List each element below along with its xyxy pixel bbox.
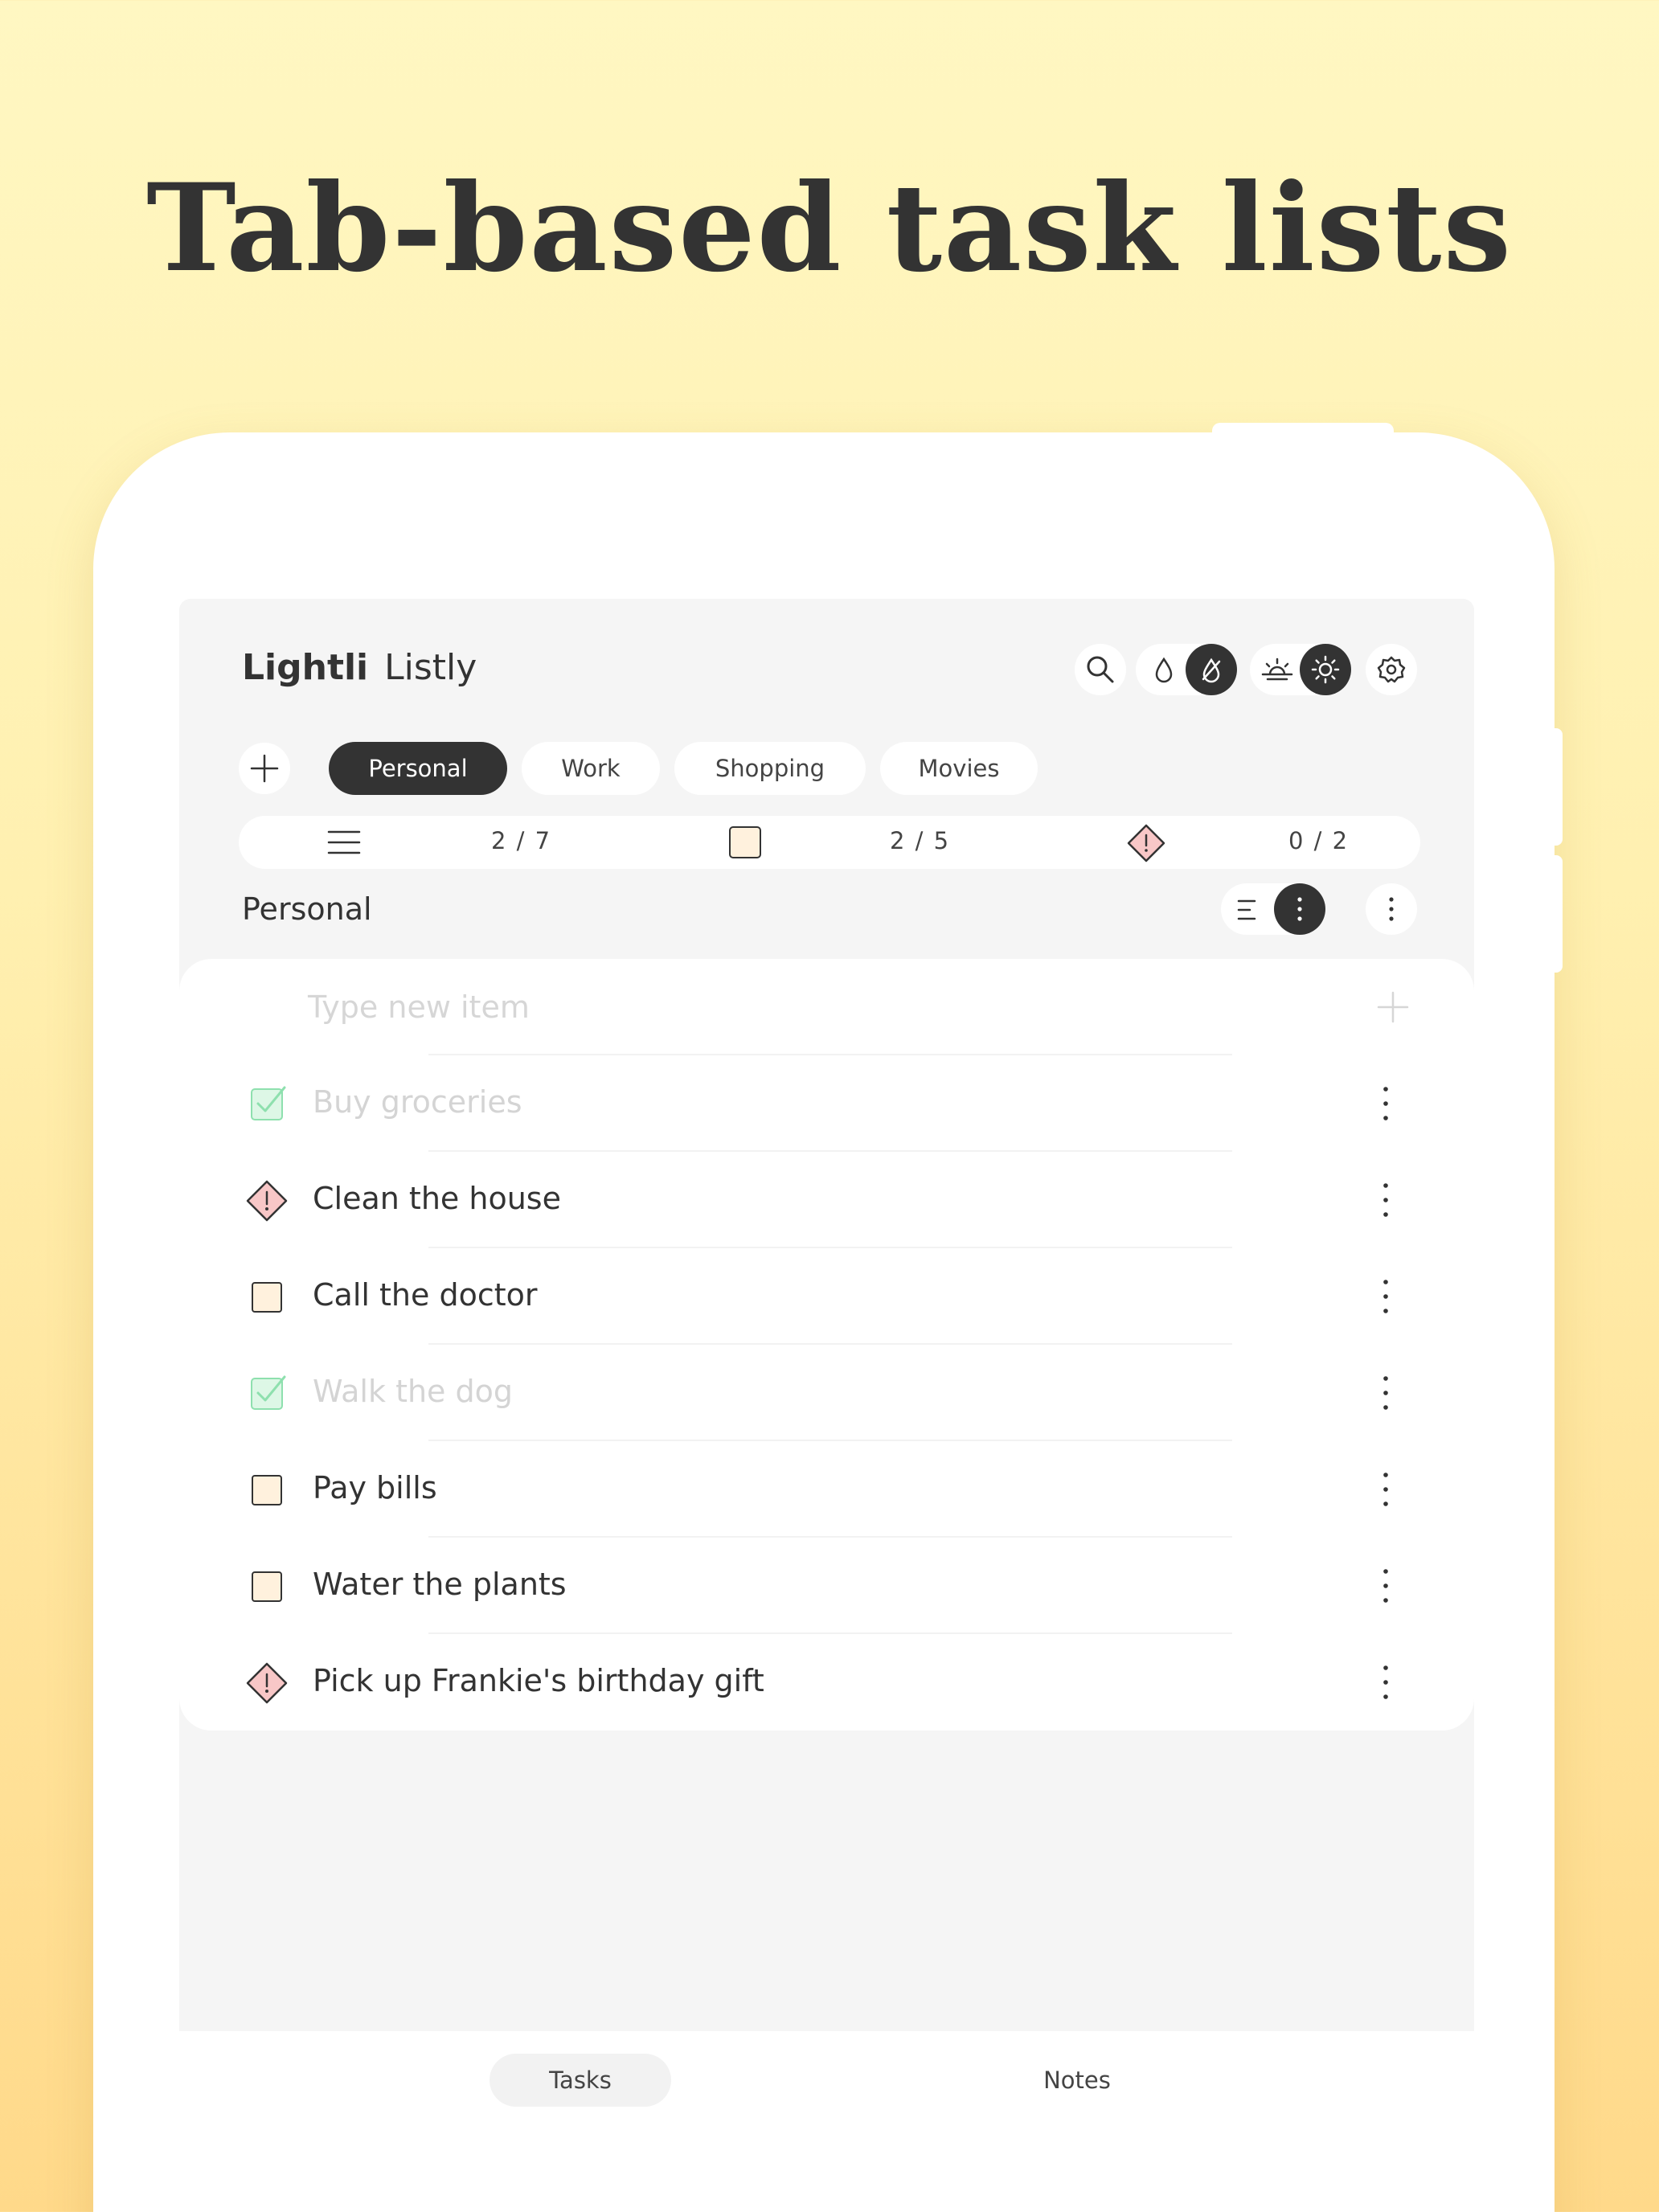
add-list-button[interactable]	[239, 743, 290, 794]
tab-personal[interactable]: Personal	[329, 742, 507, 795]
water-drop-option[interactable]	[1150, 655, 1178, 687]
kebab-menu-icon	[1297, 897, 1302, 921]
task-menu-icon[interactable]	[1374, 1465, 1398, 1514]
filter-all-button[interactable]	[327, 829, 361, 859]
list-icon	[327, 830, 361, 854]
task-menu-icon[interactable]	[1374, 1176, 1398, 1224]
app-brand: Lightli Listly	[242, 647, 477, 688]
checked-checkbox-icon[interactable]	[248, 1083, 289, 1123]
list-options-button[interactable]	[1366, 883, 1417, 935]
task-menu-icon[interactable]	[1374, 1272, 1398, 1321]
headline: Tab-based task lists	[146, 158, 1513, 299]
sun-option[interactable]	[1300, 644, 1351, 695]
new-item-input[interactable]: Type new item	[308, 989, 530, 1025]
tab-work[interactable]: Work	[522, 742, 660, 795]
kebab-menu-icon	[1389, 897, 1394, 921]
tab-shopping[interactable]: Shopping	[674, 742, 866, 795]
app-screen: Lightli Listly Personal Work Shopping Mo…	[179, 599, 1474, 2031]
task-label: Pick up Frankie's birthday gift	[313, 1663, 764, 1698]
task-label: Call the doctor	[313, 1277, 538, 1313]
water-drop-icon	[1155, 657, 1173, 683]
plus-icon	[250, 754, 279, 783]
search-icon	[1087, 656, 1114, 683]
checked-checkbox-icon[interactable]	[248, 1372, 289, 1412]
task-menu-icon[interactable]	[1374, 1658, 1398, 1706]
theme-toggle[interactable]	[1250, 644, 1351, 695]
task-checkbox[interactable]	[252, 1571, 282, 1602]
task-row[interactable]: Walk the dog	[179, 1345, 1474, 1441]
warning-diamond-icon[interactable]	[245, 1179, 289, 1223]
task-label: Pay bills	[313, 1470, 437, 1505]
device-power-button	[1212, 423, 1394, 439]
task-menu-icon[interactable]	[1374, 1562, 1398, 1610]
detailed-view-option[interactable]	[1274, 883, 1325, 935]
no-drop-option[interactable]	[1186, 644, 1237, 695]
search-button[interactable]	[1075, 644, 1126, 695]
sunrise-icon	[1261, 657, 1293, 681]
view-mode-toggle[interactable]	[1221, 883, 1325, 935]
task-row[interactable]: Pick up Frankie's birthday gift	[179, 1634, 1474, 1731]
gear-icon	[1377, 656, 1406, 683]
task-row[interactable]: Pay bills	[179, 1441, 1474, 1538]
nav-tasks[interactable]: Tasks	[490, 2054, 671, 2107]
task-row[interactable]: Call the doctor	[179, 1248, 1474, 1345]
task-label: Walk the dog	[313, 1374, 514, 1409]
list-title: Personal	[242, 891, 372, 927]
settings-button[interactable]	[1366, 644, 1417, 695]
task-label: Clean the house	[313, 1181, 561, 1216]
compact-list-icon	[1237, 899, 1256, 920]
stats-bar: 2 / 7 2 / 5 0 / 2	[239, 816, 1420, 869]
tab-movies[interactable]: Movies	[880, 742, 1038, 795]
stat-todo-count: 2 / 5	[890, 827, 951, 854]
device-volume-up-button	[1550, 728, 1563, 846]
filter-todo-button[interactable]	[729, 826, 761, 858]
stat-all-count: 2 / 7	[491, 827, 552, 854]
task-row[interactable]: Buy groceries	[179, 1055, 1474, 1152]
color-mode-toggle[interactable]	[1136, 644, 1237, 695]
brand-bold: Lightli	[242, 647, 369, 688]
device-volume-down-button	[1550, 855, 1563, 973]
task-menu-icon[interactable]	[1374, 1079, 1398, 1128]
task-row[interactable]: Clean the house	[179, 1152, 1474, 1248]
filter-important-button[interactable]	[1126, 823, 1166, 866]
task-menu-icon[interactable]	[1374, 1369, 1398, 1417]
sunrise-option[interactable]	[1260, 655, 1295, 687]
no-drop-icon	[1202, 657, 1221, 683]
nav-notes[interactable]: Notes	[986, 2054, 1168, 2107]
task-label: Water the plants	[313, 1567, 567, 1602]
task-label: Buy groceries	[313, 1084, 522, 1120]
plus-icon	[1377, 991, 1409, 1023]
add-item-button[interactable]	[1375, 989, 1411, 1028]
compact-view-option[interactable]	[1235, 898, 1258, 925]
task-list-panel: Type new item Buy groceries Clean the hou…	[179, 959, 1474, 1731]
sun-icon	[1311, 655, 1340, 684]
warning-diamond-icon	[1127, 824, 1165, 862]
warning-diamond-icon[interactable]	[245, 1661, 289, 1705]
task-checkbox[interactable]	[252, 1282, 282, 1313]
stat-important-count: 0 / 2	[1288, 827, 1350, 854]
bottom-nav: Tasks Notes	[179, 2031, 1474, 2128]
brand-regular: Listly	[384, 647, 477, 688]
task-row[interactable]: Water the plants	[179, 1538, 1474, 1634]
task-checkbox[interactable]	[252, 1475, 282, 1505]
